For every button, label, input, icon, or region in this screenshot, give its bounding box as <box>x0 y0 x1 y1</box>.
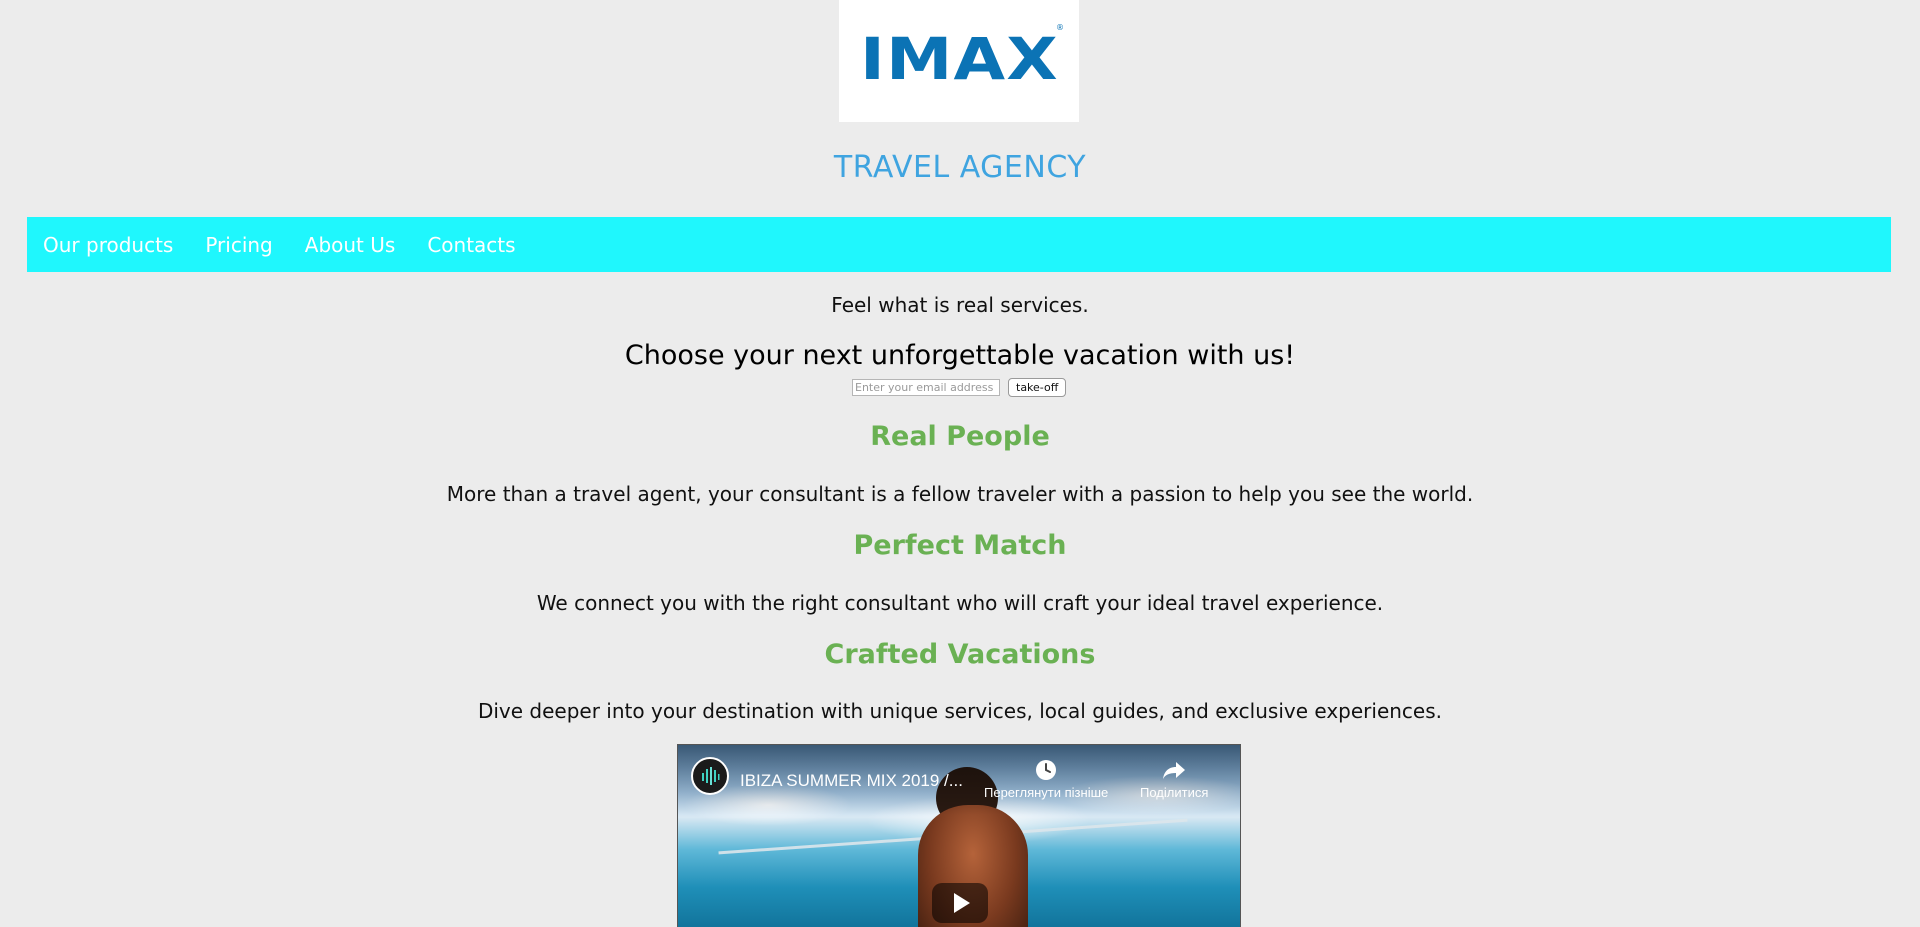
play-button[interactable] <box>932 883 988 923</box>
share-label: Поділитися <box>1140 785 1209 800</box>
nav-item-pricing[interactable]: Pricing <box>189 233 288 257</box>
nav-item-about-us[interactable]: About Us <box>289 233 412 257</box>
watch-later-label: Переглянути пізніше <box>984 785 1109 800</box>
section-text-crafted-vacations: Dive deeper into your destination with u… <box>477 699 1443 723</box>
play-icon <box>954 893 970 913</box>
registered-mark: ® <box>1056 23 1064 32</box>
section-heading-perfect-match: Perfect Match <box>853 530 1067 561</box>
imax-logo[interactable]: IMAX <box>839 0 1079 122</box>
section-text-perfect-match: We connect you with the right consultant… <box>536 591 1384 615</box>
main-navbar: Our products Pricing About Us Contacts <box>27 217 1891 272</box>
video-title[interactable]: IBIZA SUMMER MIX 2019 /... <box>740 771 963 791</box>
logo-text: IMAX <box>859 25 1059 93</box>
nav-item-our-products[interactable]: Our products <box>27 233 189 257</box>
signup-form: take-off <box>852 378 1067 397</box>
section-heading-real-people: Real People <box>870 421 1050 452</box>
section-heading-crafted-vacations: Crafted Vacations <box>824 639 1096 670</box>
page: IMAX ® TRAVEL AGENCY Our products Pricin… <box>0 0 1920 927</box>
takeoff-button[interactable]: take-off <box>1008 378 1067 397</box>
channel-avatar[interactable] <box>691 757 729 795</box>
page-title: TRAVEL AGENCY <box>833 150 1087 185</box>
headline: Choose your next unforgettable vacation … <box>624 340 1296 371</box>
nav-item-contacts[interactable]: Contacts <box>411 233 531 257</box>
video-embed[interactable]: IBIZA SUMMER MIX 2019 /... Переглянути п… <box>677 744 1241 927</box>
tagline: Feel what is real services. <box>831 293 1089 317</box>
section-text-real-people: More than a travel agent, your consultan… <box>446 482 1474 506</box>
email-input[interactable] <box>852 379 1000 396</box>
watch-later-button[interactable]: Переглянути пізніше <box>984 759 1108 800</box>
share-button[interactable]: Поділитися <box>1140 759 1208 800</box>
clock-icon <box>1035 759 1057 785</box>
equalizer-icon <box>702 767 720 785</box>
share-icon <box>1162 759 1186 785</box>
